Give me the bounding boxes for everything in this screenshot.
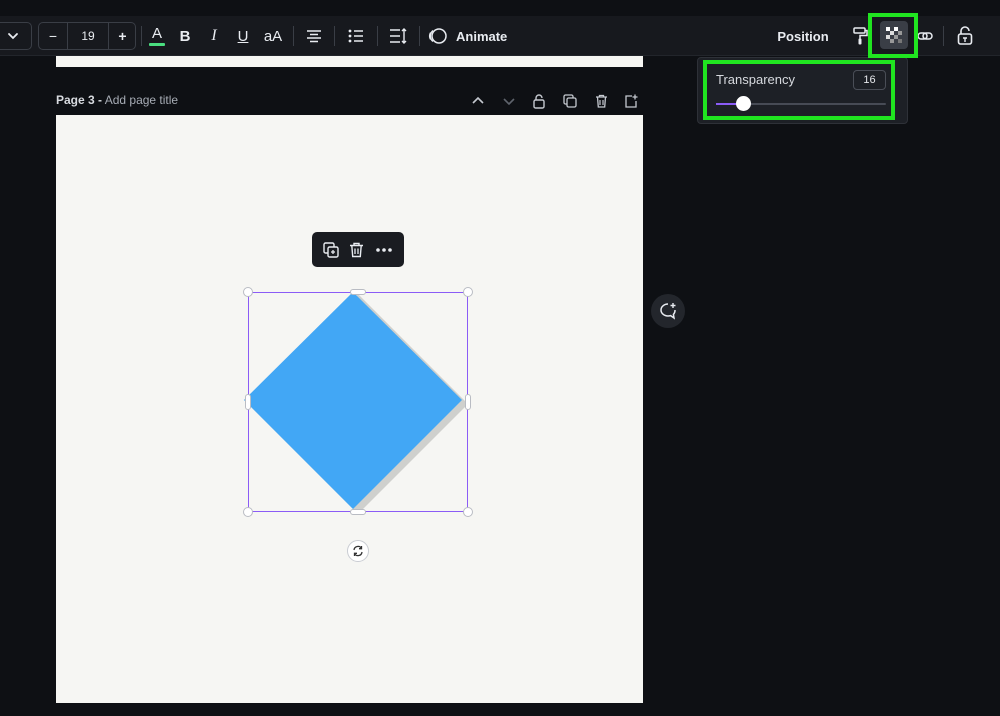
unlock-icon [957, 26, 973, 46]
move-page-up-button[interactable] [469, 92, 487, 110]
line-spacing-icon [389, 28, 407, 44]
previous-page-bottom [56, 56, 643, 67]
resize-handle-bottom[interactable] [350, 509, 366, 515]
unlock-icon [533, 93, 545, 109]
editor-toolbar: − 19 + A B I U aA Animate Position [0, 16, 1000, 56]
resize-handle-top-right[interactable] [463, 287, 473, 297]
text-color-a-icon: A [151, 24, 162, 42]
position-button[interactable]: Position [772, 22, 834, 50]
duplicate-icon [563, 94, 577, 108]
duplicate-page-button[interactable] [561, 92, 579, 110]
add-page-icon [624, 94, 638, 108]
comment-plus-icon [658, 302, 678, 320]
highlight-box-transparency-panel [703, 60, 895, 120]
rotate-icon [352, 545, 364, 557]
page-canvas[interactable] [56, 115, 643, 703]
add-comment-button[interactable] [651, 294, 685, 328]
animate-button[interactable]: Animate [428, 22, 514, 50]
page-title-placeholder[interactable]: Add page title [105, 93, 178, 107]
underline-button[interactable]: U [233, 24, 253, 48]
align-center-icon [306, 29, 322, 43]
duplicate-element-button[interactable] [323, 241, 339, 258]
lock-button[interactable] [953, 23, 977, 49]
page-title[interactable]: Page 3 - Add page title [56, 93, 178, 107]
animate-label: Animate [456, 28, 508, 44]
paint-roller-icon [853, 27, 869, 45]
rotate-handle[interactable] [347, 540, 369, 562]
editor-app: − 19 + A B I U aA Animate Position Page … [0, 0, 1000, 716]
animate-icon [428, 27, 448, 45]
more-options-button[interactable] [375, 247, 393, 253]
bulleted-list-icon [348, 29, 364, 43]
chevron-up-icon [472, 96, 484, 106]
text-color-button[interactable]: A [146, 24, 168, 48]
trash-icon [595, 94, 608, 108]
font-dropdown-button[interactable] [0, 22, 32, 50]
resize-handle-bottom-left[interactable] [243, 507, 253, 517]
link-icon [917, 28, 933, 44]
resize-handle-bottom-right[interactable] [463, 507, 473, 517]
resize-handle-left[interactable] [245, 394, 251, 410]
spacing-button[interactable] [386, 24, 410, 48]
bold-button[interactable]: B [175, 24, 195, 48]
add-page-button[interactable] [622, 92, 640, 110]
chevron-down-icon [6, 29, 20, 43]
page-header: Page 3 - Add page title [56, 92, 643, 110]
chevron-down-icon [503, 96, 515, 106]
font-size-decrease-button[interactable]: − [39, 23, 67, 49]
selection-box [248, 292, 468, 512]
font-size-increase-button[interactable]: + [109, 23, 136, 49]
letter-case-button[interactable]: aA [260, 24, 286, 48]
page-number-label: Page 3 - [56, 93, 103, 107]
delete-page-button[interactable] [592, 92, 610, 110]
font-size-stepper: − 19 + [38, 22, 136, 50]
list-button[interactable] [344, 24, 368, 48]
element-context-toolbar [312, 232, 404, 267]
resize-handle-top[interactable] [350, 289, 366, 295]
font-size-input[interactable]: 19 [68, 23, 108, 49]
lock-page-button[interactable] [530, 92, 548, 110]
delete-element-button[interactable] [349, 242, 364, 258]
resize-handle-right[interactable] [465, 394, 471, 410]
italic-button[interactable]: I [204, 24, 224, 48]
align-button[interactable] [302, 24, 326, 48]
text-color-swatch [149, 42, 165, 46]
highlight-box-transparency-button [868, 13, 918, 58]
resize-handle-top-left[interactable] [243, 287, 253, 297]
move-page-down-button[interactable] [500, 92, 518, 110]
